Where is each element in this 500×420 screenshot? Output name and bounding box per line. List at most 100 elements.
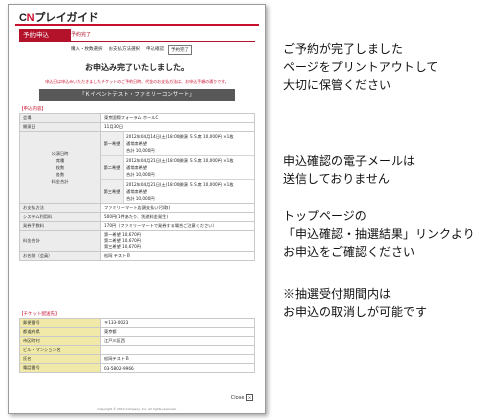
side-line: ※抽選受付期間内は	[283, 287, 392, 301]
table-row: 市区町村 江戸川区西	[19, 336, 255, 346]
row-label: お支払方法	[19, 203, 101, 213]
row-label: 電話番号	[19, 363, 101, 373]
site-logo[interactable]: CNプレイガイド	[19, 9, 99, 25]
table-row-wishes: 公演日時 席種 枚数 各数 料金合計 第一希望 2012年04月14日(土)18…	[19, 131, 255, 204]
wish-label: 第三希望	[101, 180, 124, 203]
table-row: システム利用料 500円(1件あたり、別途料金発生)	[19, 212, 255, 222]
step-indicator: 購入・枚数選択 お支払方法選択 申込確認 予約完了	[69, 45, 192, 55]
apply-table: 会場 東京国際フォーラム ホールC 開演日 11月30日 公演日時 席種 枚数 …	[19, 113, 255, 261]
row-value	[100, 345, 255, 355]
side-line: トップページの	[283, 209, 367, 223]
wish-seat-type: 通常席希望	[126, 165, 147, 170]
table-row: ビル・マンション名	[19, 345, 255, 355]
wish-subtotal: 合計 10,000円	[126, 196, 155, 201]
row-label: 氏名	[19, 354, 101, 364]
wish-cell: 第一希望 2012年04月14日(土)18:00開演 ＳＳ席 10,000円 ×…	[100, 131, 255, 204]
row-value: 東京都	[100, 327, 255, 337]
table-row: 会場 東京国際フォーラム ホールC	[19, 113, 255, 123]
row-label: 都道府県	[19, 327, 101, 337]
table-row: 開演日 11月30日	[19, 122, 255, 132]
row-value: 500円(1件あたり、別途料金発生)	[100, 212, 255, 222]
total-line: 第三希望 10,670円	[104, 244, 141, 249]
page-subtitle: 予約完了	[71, 32, 92, 38]
wish-detail: 2012年04月21日(土)18:00開演 ＳＳ席 10,000円 ×1枚	[126, 158, 234, 163]
row-value: 松岡テストＢ	[100, 354, 255, 364]
table-row: お支払方法 ファミリーマート店頭支払い(引取)	[19, 203, 255, 213]
section-apply-label: 【申込内容】	[19, 107, 46, 112]
close-button[interactable]: Close ×	[231, 394, 253, 401]
completion-message: お申込み完了いたしました。	[85, 63, 189, 72]
completion-note: 申込日は申込みいただきましたチケットのご予約日時、代金のお支払方法は、お申込手順…	[45, 79, 229, 84]
row-value: 松岡 テストＢ	[100, 251, 255, 261]
side-line: ページをプリントアウトして	[283, 60, 439, 74]
step-2: お支払方法選択	[108, 47, 141, 52]
wish-2: 第二希望 2012年04月21日(土)18:00開演 ＳＳ席 10,000円 ×…	[101, 155, 254, 179]
table-row: 電話番号 03-5802-9966	[19, 363, 255, 373]
close-icon: ×	[246, 394, 253, 401]
wish-1: 第一希望 2012年04月14日(土)18:00開演 ＳＳ席 10,000円 ×…	[101, 132, 254, 155]
row-value: 〒133-0023	[100, 318, 255, 328]
table-row-total: 料金合計 第一希望 10,670円 第二希望 10,670円 第三希望 10,6…	[19, 230, 255, 252]
table-row: 氏名 松岡テストＢ	[19, 354, 255, 364]
table-row: 発券手数料 170円（ファミリーマートで発券する場合ご注意ください）	[19, 221, 255, 231]
side-note-3: トップページの 「申込確認・抽選結果」リンクより お申込をご確認ください	[283, 207, 475, 261]
side-line: 送信しておりません	[283, 172, 390, 186]
section-ticket-heading: 【チケット配送先】	[19, 311, 60, 317]
concert-title-bar: 「Ｋイベントテスト・ファミリーコンサート」	[39, 89, 235, 101]
row-label: 郵便番号	[19, 318, 101, 328]
row-label: 料金合計	[19, 230, 101, 252]
row-label: 市区町村	[19, 336, 101, 346]
title-rule	[19, 41, 255, 42]
row-label: ビル・マンション名	[19, 345, 101, 355]
section-ticket-label: 【チケット配送先】	[19, 312, 60, 317]
row-label: 発券手数料	[19, 221, 101, 231]
row-label: 開演日	[19, 122, 101, 132]
wish-label-line: 料金合計	[51, 179, 69, 184]
table-row: 郵便番号 〒133-0023	[19, 318, 255, 328]
logo-c: C	[19, 12, 27, 24]
row-value: 170円（ファミリーマートで発券する場合ご注意ください）	[100, 221, 255, 231]
wish-subtotal: 合計 10,000円	[126, 148, 155, 153]
wish-3: 第三希望 2012年04月21日(土)18:00開演 ＳＳ席 10,000円 ×…	[101, 179, 254, 203]
side-note-1: ご予約が完了しました ページをプリントアウトして 大切に保管ください	[283, 40, 438, 94]
wish-subtotal: 合計 10,000円	[126, 172, 155, 177]
side-line: お申込の取消しが可能です	[283, 305, 428, 319]
page-title: 予約申込	[19, 29, 71, 41]
wish-label-line: 席種	[55, 158, 65, 163]
wish-seat-type: 通常席希望	[126, 141, 147, 146]
side-line: 大切に保管ください	[283, 78, 392, 92]
wish-label: 第一希望	[101, 132, 124, 155]
ticket-table: 郵便番号 〒133-0023 都道府県 東京都 市区町村 江戸川区西 ビル・マン…	[19, 318, 255, 373]
wish-detail: 2012年04月14日(土)18:00開演 ＳＳ席 10,000円 ×1枚	[126, 134, 234, 139]
step-1: 購入・枚数選択	[71, 47, 103, 52]
row-label: お名前（会員）	[19, 251, 101, 261]
side-note-4: ※抽選受付期間内は お申込の取消しが可能です	[283, 285, 427, 321]
wish-body: 2012年04月21日(土)18:00開演 ＳＳ席 10,000円 ×1枚 通常…	[124, 180, 254, 203]
section-apply-heading: 【申込内容】	[19, 106, 46, 112]
table-row: 都道府県 東京都	[19, 327, 255, 337]
side-line: 「申込確認・抽選結果」リンクより	[283, 227, 475, 241]
row-value: 東京国際フォーラム ホールC	[100, 113, 255, 123]
wish-body: 2012年04月21日(土)18:00開演 ＳＳ席 10,000円 ×1枚 通常…	[124, 156, 254, 179]
wish-label-cell: 公演日時 席種 枚数 各数 料金合計	[19, 131, 101, 204]
header-rule	[15, 24, 259, 26]
wish-label: 第二希望	[101, 156, 124, 179]
wish-label-line: 枚数	[55, 165, 65, 170]
footer-copyright: Copyright © 2012 Company, Inc. All right…	[97, 407, 177, 411]
side-line: ご予約が完了しました	[283, 42, 404, 56]
side-note-2: 申込確認の電子メールは 送信しておりません	[283, 152, 415, 188]
row-value: 江戸川区西	[100, 336, 255, 346]
table-row: お名前（会員） 松岡 テストＢ	[19, 251, 255, 261]
step-4-current: 予約完了	[168, 45, 192, 55]
logo-text: プレイガイド	[34, 12, 99, 24]
wish-label-line: 各数	[55, 172, 65, 177]
screenshot-frame: CNプレイガイド 予約申込 予約完了 購入・枚数選択 お支払方法選択 申込確認 …	[8, 4, 266, 414]
wish-detail: 2012年04月21日(土)18:00開演 ＳＳ席 10,000円 ×1枚	[126, 182, 234, 187]
row-value: ファミリーマート店頭支払い(引取)	[100, 203, 255, 213]
wish-body: 2012年04月14日(土)18:00開演 ＳＳ席 10,000円 ×1枚 通常…	[124, 132, 254, 155]
wish-label-line: 公演日時	[51, 151, 69, 156]
step-3: 申込確認	[146, 47, 164, 52]
close-label: Close	[230, 395, 245, 401]
row-label: システム利用料	[19, 212, 101, 222]
total-values: 第一希望 10,670円 第二希望 10,670円 第三希望 10,670円	[100, 230, 255, 252]
